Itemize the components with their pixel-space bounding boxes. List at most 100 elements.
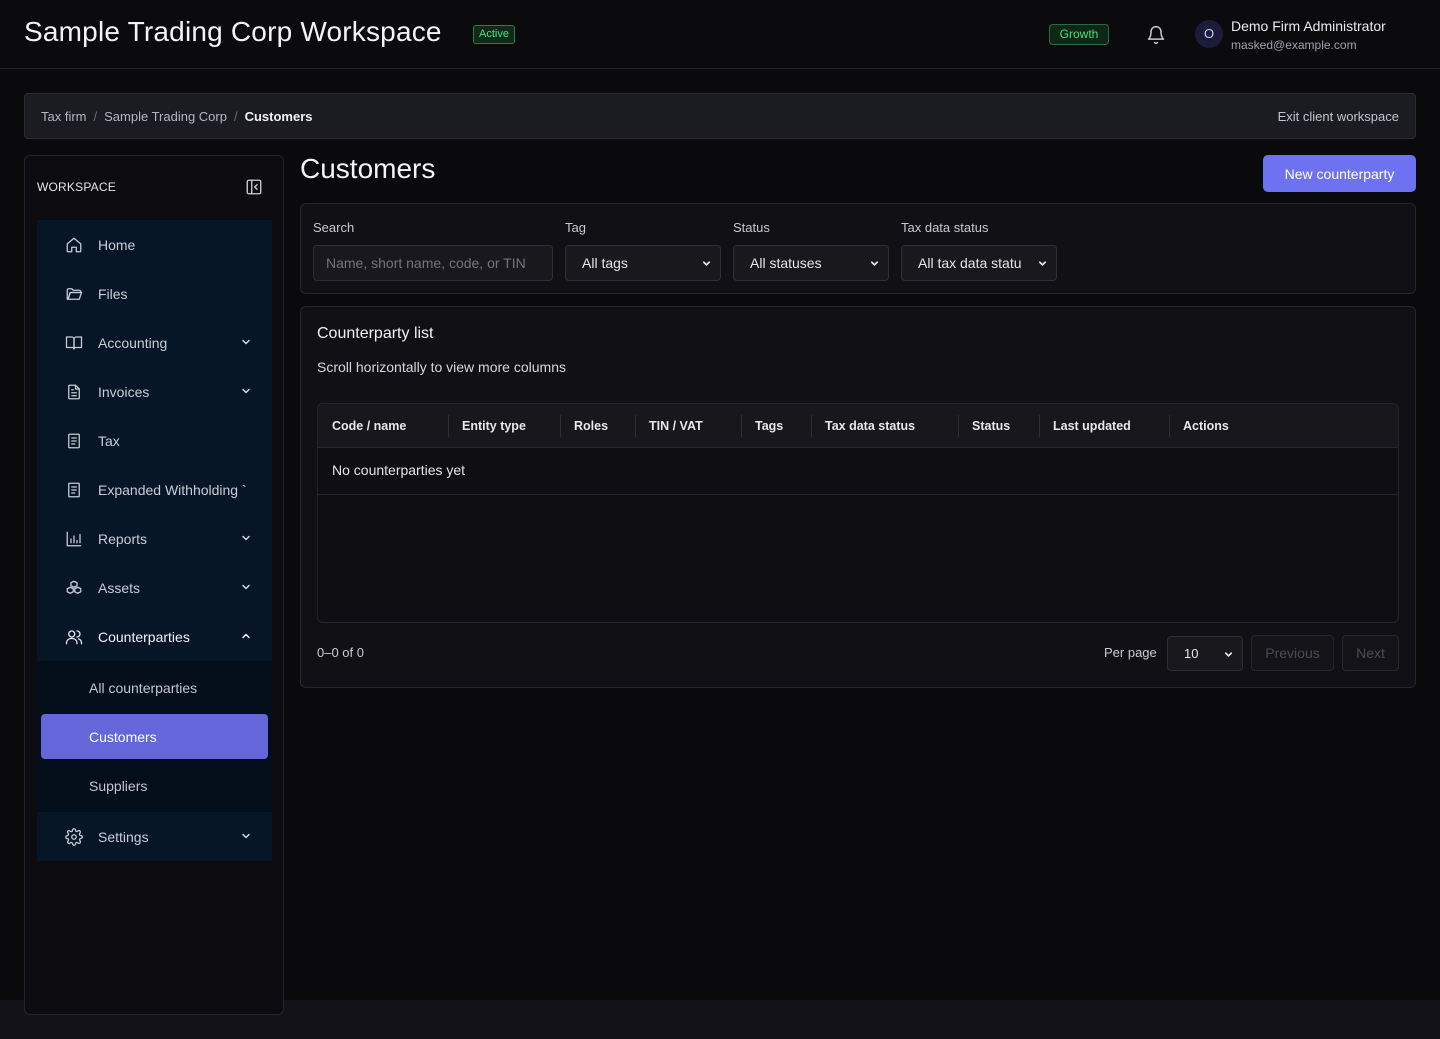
empty-state-row: No counterparties yet [318,448,1398,495]
gear-icon [65,827,83,846]
column-header-entity-type[interactable]: Entity type [462,404,526,448]
status-label: Status [733,220,770,235]
sidebar-heading: WORKSPACE [37,180,116,194]
sidebar-item-settings[interactable]: Settings [37,812,272,861]
column-header-actions: Actions [1183,419,1229,433]
sidebar-item-reports[interactable]: Reports [37,514,272,563]
column-header-code-name[interactable]: Code / name [332,404,406,448]
receipt-icon [68,482,80,497]
table-header: Code / name Entity type Roles TIN / VAT … [318,404,1398,448]
next-page-button[interactable]: Next [1342,635,1399,671]
sidebar-item-label: Tax [98,432,120,449]
column-divider [1169,415,1170,437]
chevron-down-icon [1038,261,1047,266]
exit-client-workspace-link[interactable]: Exit client workspace [1278,109,1399,124]
avatar[interactable]: O [1195,20,1223,48]
book-icon [65,335,83,350]
submenu-customers[interactable]: Customers [41,714,268,759]
folder-icon [66,287,83,300]
counterparty-table[interactable]: Code / name Entity type Roles TIN / VAT … [317,403,1399,623]
chevron-down-icon [242,833,250,839]
page-title: Customers [300,153,436,184]
sidebar-item-label: Counterparties [98,628,190,645]
per-page-select[interactable]: 10 [1167,636,1243,671]
sidebar-item-home[interactable]: Home [37,220,272,269]
sidebar-item-counterparties[interactable]: Counterparties [37,612,272,661]
column-header-tags[interactable]: Tags [755,404,783,448]
bar-chart-icon [66,531,82,546]
tag-label: Tag [565,220,586,235]
column-header-last-updated[interactable]: Last updated [1053,404,1131,448]
tag-select-value: All tags [582,255,628,271]
chevron-down-icon [242,388,250,394]
column-header-status[interactable]: Status [972,404,1010,448]
submenu-suppliers[interactable]: Suppliers [41,763,268,808]
counterparty-list-card: Counterparty list Scroll horizontally to… [300,306,1416,688]
tax-data-status-select-value: All tax data statu [918,255,1022,271]
column-header-tax-data-status[interactable]: Tax data status [825,404,915,448]
chevron-down-icon [702,261,711,266]
column-divider [958,415,959,437]
sidebar-item-tax[interactable]: Tax [37,416,272,465]
breadcrumb-client[interactable]: Sample Trading Corp [104,109,227,124]
pagination-range: 0–0 of 0 [317,645,364,660]
counterparties-submenu: All counterparties Customers Suppliers [37,661,272,812]
breadcrumb-separator: / [93,109,98,124]
sidebar-item-label: Assets [98,579,141,596]
filters-panel: Search Name, short name, code, or TIN Ta… [300,203,1416,294]
column-divider [741,415,742,437]
sidebar-item-assets[interactable]: Assets [37,563,272,612]
breadcrumb: Tax firm / Sample Trading Corp / Customers E… [24,93,1416,139]
sidebar-item-label: Settings [98,828,149,845]
per-page-label: Per page [1104,645,1157,660]
sidebar-item-files[interactable]: Files [37,269,272,318]
users-icon [65,629,83,644]
search-input[interactable]: Name, short name, code, or TIN [313,245,553,281]
breadcrumb-tax-firm[interactable]: Tax firm [41,109,87,124]
chevron-down-icon [242,339,250,345]
chevron-up-icon [242,633,250,639]
new-counterparty-button[interactable]: New counterparty [1263,155,1416,192]
chevron-down-icon [242,584,250,590]
status-select[interactable]: All statuses [733,245,889,281]
chevron-down-icon [242,535,250,541]
breadcrumb-current: Customers [244,109,313,124]
tag-select[interactable]: All tags [565,245,721,281]
chevron-down-icon [870,261,879,266]
sidebar-item-label: Invoices [98,383,150,400]
column-header-tin-vat[interactable]: TIN / VAT [649,404,703,448]
workspace-status-badge: Active [473,25,515,44]
sidebar-item-expanded-withholding[interactable]: Expanded Withholding ` [37,465,272,514]
status-select-value: All statuses [750,255,822,271]
bell-icon[interactable] [1146,25,1166,45]
sidebar-item-accounting[interactable]: Accounting [37,318,272,367]
receipt-icon [68,433,80,448]
previous-page-button[interactable]: Previous [1251,635,1334,671]
user-name[interactable]: Demo Firm Administrator [1231,18,1386,34]
user-email: masked@example.com [1231,38,1357,52]
sidebar-item-label: Accounting [98,334,168,351]
sidebar-nav: Home Files Accounting Invoices Tax Expan… [37,220,272,861]
list-subtitle: Scroll horizontally to view more columns [317,359,566,375]
plan-badge: Growth [1049,24,1109,45]
workspace-title: Sample Trading Corp Workspace [24,16,442,47]
chevron-down-icon [1224,652,1233,657]
document-icon [68,384,80,399]
column-header-roles[interactable]: Roles [574,404,608,448]
sidebar-item-invoices[interactable]: Invoices [37,367,272,416]
sidebar-collapse-icon[interactable] [245,178,263,196]
tax-data-status-label: Tax data status [901,220,989,235]
sidebar-item-label: Reports [98,530,148,547]
per-page-value: 10 [1184,646,1199,661]
sidebar-item-label: Expanded Withholding ` [98,481,247,498]
tax-data-status-select[interactable]: All tax data statu [901,245,1057,281]
breadcrumb-separator: / [233,109,238,124]
column-divider [448,415,449,437]
boxes-icon [66,580,82,594]
column-divider [811,415,812,437]
top-header: Sample Trading Corp Workspace Active Gro… [0,0,1440,69]
column-divider [635,415,636,437]
column-divider [1039,415,1040,437]
home-icon [66,237,82,252]
submenu-all-counterparties[interactable]: All counterparties [41,665,268,710]
